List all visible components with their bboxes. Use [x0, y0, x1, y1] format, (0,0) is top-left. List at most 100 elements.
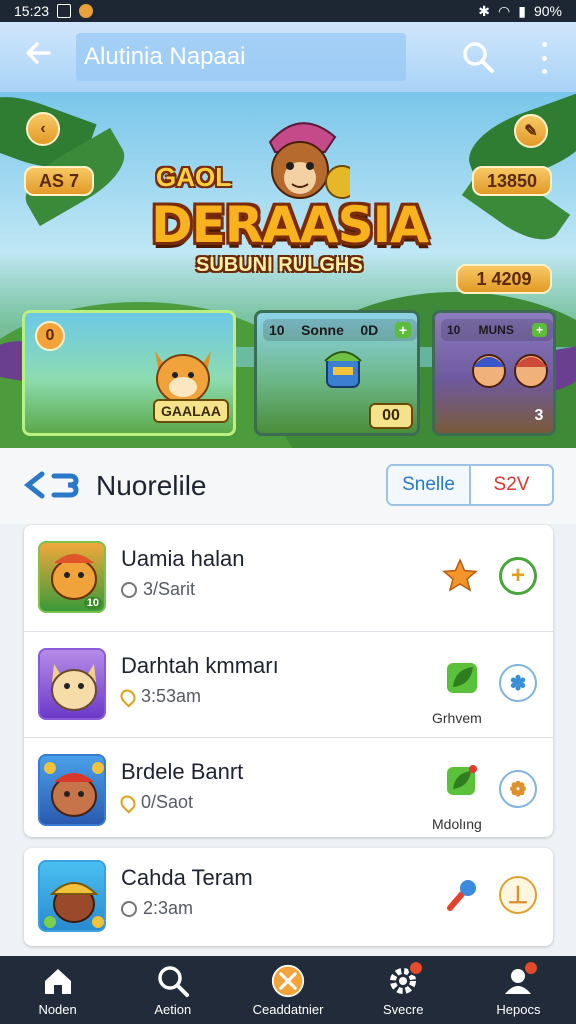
plus-icon: +: [510, 562, 525, 589]
bear-avatar-icon: [44, 762, 104, 817]
nav-label: Ceaddatnier: [252, 1002, 324, 1017]
thumb-badge: 10: [83, 597, 102, 609]
minus-icon: ⊥: [507, 881, 529, 909]
profile-icon: [501, 960, 540, 998]
nav-item-profile[interactable]: Hepocs: [461, 956, 576, 1024]
fan-button[interactable]: ✽: [499, 664, 537, 702]
paint-button[interactable]: [444, 876, 480, 912]
favorite-button[interactable]: [442, 557, 478, 593]
banner-back-button[interactable]: ‹: [26, 112, 60, 146]
nav-item-center[interactable]: Ceaddatnier: [230, 956, 345, 1024]
card-counter: 00: [369, 403, 413, 429]
game-logo-subtitle: SUBUNI RULGHS: [196, 254, 363, 276]
list-item[interactable]: Brdele Banrt 0/Saot Mdolıng ❁: [24, 737, 553, 843]
leaf-label: Grhvem: [432, 710, 482, 726]
back-button[interactable]: [0, 38, 76, 76]
leaf-button[interactable]: [444, 660, 480, 696]
banner-card-1[interactable]: 0 GAALAA: [22, 310, 236, 436]
level-pill: AS 7: [24, 166, 94, 196]
game-title: Cahda Teram: [121, 865, 253, 890]
game-title: Darhtah kmmarı: [121, 653, 279, 678]
add-button[interactable]: +: [499, 557, 537, 595]
list-item[interactable]: Cahda Teram 2:3am ⊥: [24, 844, 553, 950]
card-badge: 0: [35, 321, 65, 351]
gems-pill: 1 4209: [456, 264, 552, 294]
search-icon: [463, 42, 494, 73]
game-list-2: Cahda Teram 2:3am ⊥: [24, 848, 553, 946]
section-header: Nuorelile Snelle S2V: [0, 448, 576, 524]
page-title: Alutinia Napaai: [76, 33, 406, 81]
paw-icon: ❁: [509, 778, 527, 801]
cat-avatar-icon: [51, 664, 97, 711]
plus-icon[interactable]: +: [531, 323, 547, 337]
card-level: 10: [269, 322, 285, 338]
search-button[interactable]: [460, 39, 496, 75]
brand-logo-icon: [24, 471, 79, 499]
paw-button[interactable]: ❁: [499, 770, 537, 808]
chevron-left-icon: ‹: [40, 120, 46, 137]
game-meta: 3:53am: [141, 686, 202, 706]
search-icon: [156, 964, 190, 998]
clock-icon: [121, 900, 137, 917]
game-meta: 2:3am: [143, 898, 194, 918]
battery-level: 90%: [533, 3, 562, 19]
bottom-navigation: Noden Aetion Ceaddatnier Svecre Hepocs: [0, 956, 576, 1024]
bluetooth-icon: ✱: [478, 2, 491, 19]
settings-icon: [386, 960, 425, 998]
clock-icon: [121, 581, 137, 598]
game-thumbnail: [38, 648, 106, 720]
notification-badge: [523, 960, 540, 976]
gallery-icon: [57, 4, 72, 18]
more-vertical-icon: [541, 42, 547, 47]
home-icon: [41, 964, 75, 998]
nav-label: Aetion: [154, 1002, 192, 1017]
nav-item-home[interactable]: Noden: [0, 956, 115, 1024]
toggle-option-right[interactable]: S2V: [471, 466, 552, 504]
game-title: Uamia halan: [121, 546, 245, 571]
toggle-option-left[interactable]: Snelle: [388, 466, 471, 504]
nav-label: Hepocs: [496, 1002, 541, 1017]
banner-share-button[interactable]: ✎: [514, 114, 548, 148]
app-bar: Alutinia Napaai: [0, 22, 576, 92]
heroes-character-icon: [472, 354, 548, 388]
banner-card-3[interactable]: 10 MUNS + 3: [432, 310, 556, 436]
app-notification-icon: [79, 4, 94, 18]
card-score: 0D: [360, 322, 379, 338]
game-thumbnail: [38, 754, 106, 826]
game-logo: DERAASIA: [151, 196, 429, 254]
game-logo-top: GAOL: [156, 162, 232, 192]
nav-item-search[interactable]: Aetion: [115, 956, 230, 1024]
notification-badge: [408, 960, 425, 976]
game-list: 10 Uamia halan 3/Sarit + Darhtah kmmarı …: [24, 525, 553, 837]
card-counter: 3: [534, 407, 544, 424]
arrow-left-icon: [26, 42, 51, 64]
featured-game-banner[interactable]: ‹ ✎ AS 7 13850 1 4209 GAOL DERAASIA SUBU…: [0, 92, 576, 448]
filter-toggle: Snelle S2V: [386, 464, 554, 506]
banner-card-2[interactable]: 10 Sonne 0D + 00: [254, 310, 420, 436]
plus-icon[interactable]: +: [394, 322, 411, 338]
fan-icon: ✽: [509, 672, 527, 695]
game-meta: 0/Saot: [141, 792, 194, 812]
star-icon: [442, 558, 478, 592]
list-item[interactable]: 10 Uamia halan 3/Sarit +: [24, 525, 553, 631]
nav-item-settings[interactable]: Svecre: [346, 956, 461, 1024]
list-item[interactable]: Darhtah kmmarı 3:53am Grhvem ✽: [24, 631, 553, 737]
card-label: GAALAA: [153, 399, 229, 423]
coins-pill: 13850: [472, 166, 552, 196]
game-thumbnail: [38, 860, 106, 932]
card-mode: Sonne: [301, 322, 344, 338]
paintbrush-icon: [447, 880, 476, 911]
game-meta: 3/Sarit: [143, 579, 196, 599]
section-title: Nuorelile: [96, 470, 207, 501]
stamp-button[interactable]: ⊥: [499, 876, 537, 914]
leaf-button[interactable]: [444, 762, 480, 798]
nav-label: Noden: [38, 1002, 77, 1017]
leaf-icon: [447, 765, 477, 795]
status-time: 15:23: [14, 3, 50, 19]
more-options-button[interactable]: [532, 42, 556, 74]
leaf-label: Mdolıng: [432, 816, 482, 832]
robot-character-icon: [324, 351, 362, 388]
location-icon: [117, 791, 139, 814]
game-title: Brdele Banrt: [121, 759, 244, 784]
status-bar: 15:23 ✱ ◠ ▮ 90%: [0, 0, 576, 22]
